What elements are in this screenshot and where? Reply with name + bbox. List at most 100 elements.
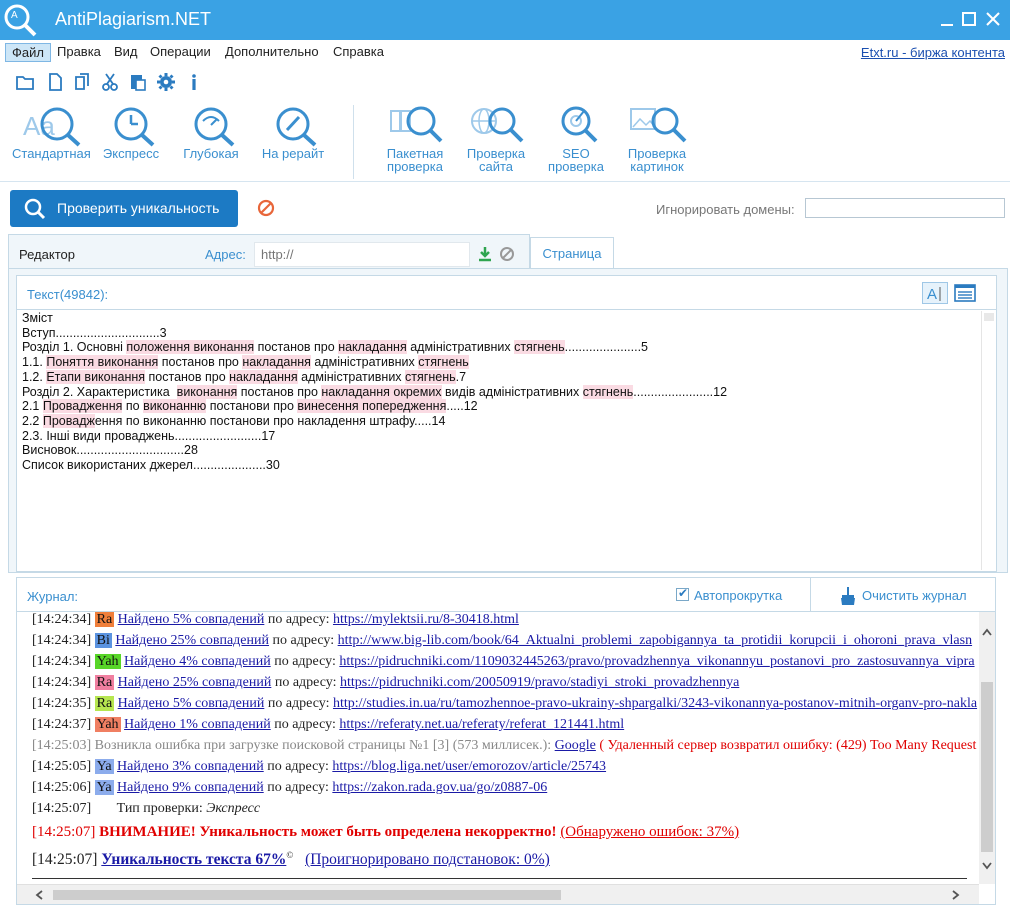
address-input[interactable] xyxy=(254,242,470,267)
log-time: [14:25:03] xyxy=(32,738,92,753)
match-link[interactable]: Найдено 5% совпадений xyxy=(118,696,265,711)
log-time: [14:24:34] xyxy=(32,612,92,627)
small-toolbar xyxy=(0,67,1010,95)
etxt-link[interactable]: Etxt.ru - биржа контента xyxy=(861,45,1005,60)
scroll-down-icon[interactable] xyxy=(982,862,992,870)
ignore-domains-input[interactable] xyxy=(805,198,1005,218)
engine-link[interactable]: Google xyxy=(555,738,596,753)
log-by-address: по адресу: xyxy=(272,633,335,648)
tab-editor[interactable]: Редактор Адрес: xyxy=(8,234,530,269)
log-time: [14:24:35] xyxy=(32,696,92,711)
match-link[interactable]: Найдено 25% совпадений xyxy=(118,675,272,690)
match-link[interactable]: Найдено 5% совпадений xyxy=(118,612,265,627)
text-line: 2.2 Провадження по виконанню постанови п… xyxy=(22,413,446,428)
deep-check-icon xyxy=(194,107,235,147)
info-icon[interactable] xyxy=(184,72,204,92)
editor-scrollbar[interactable] xyxy=(981,311,995,570)
log-row: [14:24:34] Yah Найдено 4% совпадений по … xyxy=(32,654,975,670)
site-globe-icon xyxy=(471,107,524,143)
deep-check-label: Глубокая xyxy=(183,146,239,161)
autoscroll-checkbox[interactable]: ✔ xyxy=(676,586,689,601)
svg-text:A: A xyxy=(927,286,937,303)
svg-text:A: A xyxy=(11,10,18,21)
clear-journal-button[interactable]: Очистить журнал xyxy=(862,588,967,603)
menu-edit[interactable]: Правка xyxy=(51,43,107,62)
journal-label: Журнал: xyxy=(27,589,79,604)
warning-detail-link[interactable]: (Обнаружено ошибок: 37%) xyxy=(560,824,739,840)
match-link[interactable]: Найдено 9% совпадений xyxy=(117,780,264,795)
open-folder-icon[interactable] xyxy=(15,72,35,92)
source-url-link[interactable]: http://studies.in.ua/ru/tamozhennoe-prav… xyxy=(333,696,977,711)
check-type-label: Тип проверки: xyxy=(116,801,203,816)
menu-file[interactable]: Файл xyxy=(5,43,51,62)
scroll-left-icon[interactable] xyxy=(35,890,43,900)
batch-check-icon xyxy=(390,106,443,143)
deep-check-button[interactable]: Глубокая xyxy=(180,103,242,160)
express-check-button[interactable]: Экспресс xyxy=(98,103,164,160)
site-check-button[interactable]: Проверка сайта xyxy=(465,103,527,173)
editor-scroll-thumb[interactable] xyxy=(984,313,994,321)
stop-icon[interactable] xyxy=(257,199,275,217)
scroll-up-icon[interactable] xyxy=(982,628,992,636)
journal-hscroll-thumb[interactable] xyxy=(53,890,561,900)
source-url-link[interactable]: https://mylektsii.ru/8-30418.html xyxy=(333,612,519,627)
menu-view[interactable]: Вид xyxy=(108,43,144,62)
app-logo-icon: A xyxy=(4,4,37,37)
match-link[interactable]: Найдено 1% совпадений xyxy=(124,717,271,732)
maximize-icon[interactable] xyxy=(960,10,978,28)
settings-gear-icon[interactable] xyxy=(156,72,176,92)
journal-panel: Журнал: ✔ Автопрокрутка Очистить журнал … xyxy=(16,577,996,905)
menu-additional[interactable]: Дополнительно xyxy=(219,43,325,62)
paste-icon[interactable] xyxy=(128,72,148,92)
text-editor[interactable]: Зміст Вступ.............................… xyxy=(16,309,997,572)
cut-icon[interactable] xyxy=(100,72,120,92)
log-row: [14:24:34] Bi Найдено 25% совпадений по … xyxy=(32,633,972,649)
editor-panel: Текст(49842): A Зміст Вступ.............… xyxy=(8,268,1008,573)
journal-header-divider xyxy=(810,578,811,612)
source-url-link[interactable]: https://referaty.net.ua/referaty/referat… xyxy=(339,717,624,732)
download-icon[interactable] xyxy=(477,246,493,262)
close-icon[interactable] xyxy=(984,10,1002,28)
rewrite-check-button[interactable]: На рерайт xyxy=(258,103,328,160)
journal-scroll-thumb[interactable] xyxy=(981,682,993,852)
tab-page[interactable]: Страница xyxy=(530,237,614,268)
broom-icon[interactable] xyxy=(836,586,856,606)
copy-file-icon[interactable] xyxy=(72,72,92,92)
log-by-address: по адресу: xyxy=(267,780,329,795)
check-uniqueness-button[interactable]: Проверить уникальность xyxy=(10,190,238,227)
seo-check-button[interactable]: SEO проверка xyxy=(545,103,607,173)
rewrite-check-label: На рерайт xyxy=(261,146,325,161)
new-file-icon[interactable] xyxy=(45,72,65,92)
match-link[interactable]: Найдено 25% совпадений xyxy=(115,633,269,648)
source-url-link[interactable]: http://www.big-lib.com/book/64_Aktualni_… xyxy=(338,633,972,648)
source-url-link[interactable]: https://zakon.rada.gov.ua/go/z0887-06 xyxy=(332,780,547,795)
source-url-link[interactable]: https://pidruchniki.com/20050919/pravo/s… xyxy=(340,675,739,690)
match-link[interactable]: Найдено 3% совпадений xyxy=(117,759,264,774)
scroll-right-icon[interactable] xyxy=(952,890,960,900)
journal-horizontal-scrollbar[interactable] xyxy=(17,884,979,904)
seo-check-label-2: проверка xyxy=(548,159,604,174)
list-view-icon[interactable] xyxy=(954,284,976,302)
menu-operations[interactable]: Операции xyxy=(144,43,217,62)
source-url-link[interactable]: https://pidruchniki.com/1109032445263/pr… xyxy=(339,654,974,669)
batch-check-button[interactable]: Пакетная проверка xyxy=(383,103,447,173)
text-format-icon[interactable]: A xyxy=(922,282,948,304)
clear-address-icon[interactable] xyxy=(499,246,515,262)
autoscroll-label[interactable]: Автопрокрутка xyxy=(694,588,782,603)
standard-check-button[interactable]: Aa Стандартная xyxy=(12,103,91,160)
editor-tab-label: Редактор xyxy=(19,247,75,262)
match-link[interactable]: Найдено 4% совпадений xyxy=(124,654,271,669)
journal-vertical-scrollbar[interactable] xyxy=(979,612,995,884)
uniqueness-result-link[interactable]: Уникальность текста 67% xyxy=(101,851,286,868)
text-line: Висновок...............................2… xyxy=(22,443,198,458)
menu-help[interactable]: Справка xyxy=(327,43,390,62)
journal-log: [14:24:34] Ra Найдено 5% совпадений по а… xyxy=(17,612,979,884)
source-url-link[interactable]: https://blog.liga.net/user/emorozov/arti… xyxy=(332,759,606,774)
menu-bar: Файл Правка Вид Операции Дополнительно С… xyxy=(0,40,1010,65)
log-by-address: по адресу: xyxy=(267,759,329,774)
image-check-button[interactable]: Проверка картинок xyxy=(625,103,689,173)
ignored-substitutions-link[interactable]: (Проигнорировано подстановок: 0%) xyxy=(305,851,550,868)
minimize-icon[interactable] xyxy=(938,10,956,28)
address-label: Адрес: xyxy=(205,247,246,262)
editor-header: Текст(49842): A xyxy=(16,275,997,309)
